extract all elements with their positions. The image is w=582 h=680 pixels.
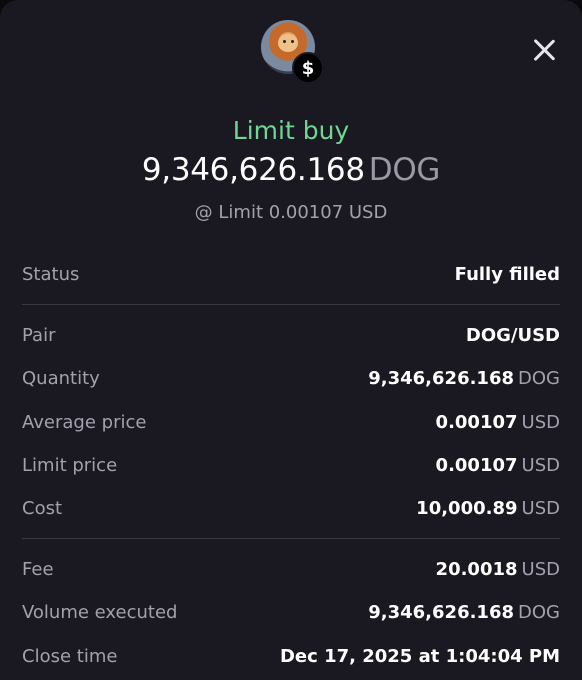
dollar-badge-icon: $ [292, 52, 324, 84]
detail-value: Fully filled [454, 263, 560, 285]
detail-row-limit-price: Limit price 0.00107 USD [22, 451, 560, 479]
detail-row-close-time: Close time Dec 17, 2025 at 1:04:04 PM [22, 642, 560, 670]
detail-value: 20.0018 USD [435, 558, 560, 580]
order-amount-value: 9,346,626.168 [141, 152, 365, 188]
limit-price-subtitle: @ Limit 0.00107 USD [194, 202, 388, 223]
order-detail-sheet: $ Limit buy 9,346,626.168 DOG @ Limit 0.0… [0, 0, 582, 680]
detail-value: DOG/USD [465, 324, 560, 346]
detail-row-pair: Pair DOG/USD [22, 321, 560, 349]
detail-value: Dec 17, 2025 at 1:04:04 PM [279, 645, 560, 667]
detail-row-average-price: Average price 0.00107 USD [22, 408, 560, 436]
detail-value: 0.00107 USD [435, 411, 560, 433]
detail-label: Limit price [22, 454, 118, 476]
divider [22, 304, 560, 305]
detail-value: 9,346,626.168 DOG [368, 367, 560, 389]
detail-row-quantity: Quantity 9,346,626.168 DOG [22, 364, 560, 392]
detail-row-volume-executed: Volume executed 9,346,626.168 DOG [22, 598, 560, 626]
detail-value: 0.00107 USD [435, 454, 560, 476]
close-icon[interactable] [528, 34, 560, 66]
detail-label: Volume executed [22, 601, 178, 623]
divider [22, 538, 560, 539]
detail-label: Pair [22, 324, 56, 346]
order-amount-unit: DOG [368, 152, 441, 188]
detail-row-fee: Fee 20.0018 USD [22, 555, 560, 583]
detail-label: Status [22, 263, 80, 285]
detail-label: Close time [22, 645, 118, 667]
detail-label: Fee [22, 558, 54, 580]
detail-value: 10,000.89 USD [416, 497, 560, 519]
detail-row-status: Status Fully filled [22, 260, 560, 288]
order-amount: 9,346,626.168 DOG [0, 152, 582, 188]
detail-label: Cost [22, 497, 63, 519]
detail-label: Quantity [22, 367, 100, 389]
detail-row-cost: Cost 10,000.89 USD [22, 494, 560, 522]
detail-label: Average price [22, 411, 147, 433]
detail-value: 9,346,626.168 DOG [368, 601, 560, 623]
order-type-title: Limit buy [232, 116, 350, 145]
